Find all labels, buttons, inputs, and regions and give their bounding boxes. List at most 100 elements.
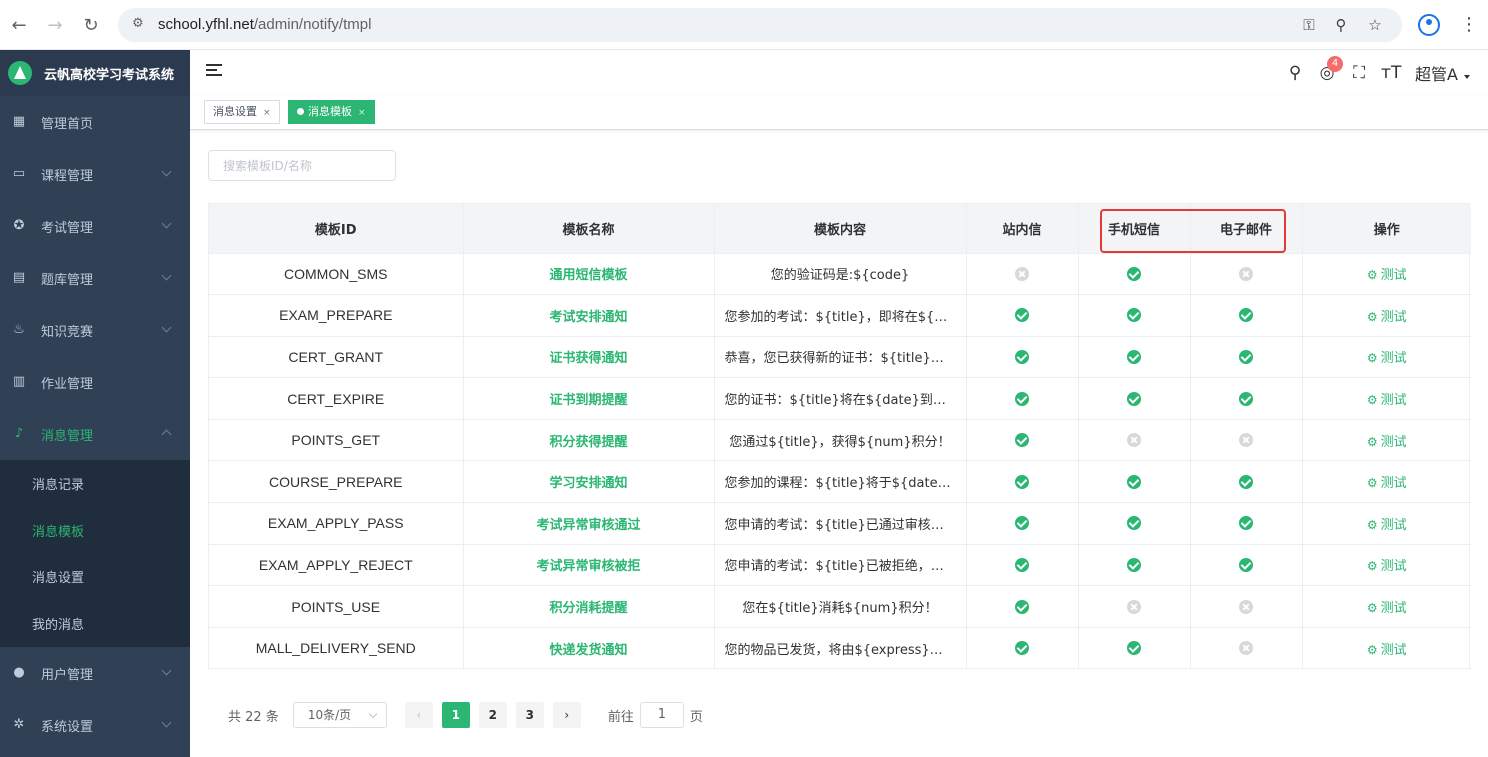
sidebar: 云帆高校学习考试系统 ▦ 管理首页 ▭ 课程管理 ✪ 考试管理 ▤ 题库管理 ♨…	[0, 50, 190, 757]
sms-cell	[1078, 502, 1191, 545]
sidebar-item-message-templates[interactable]: 消息模板	[0, 507, 190, 554]
check-circle-icon	[1015, 308, 1029, 323]
check-circle-icon	[1127, 391, 1141, 406]
next-page-button[interactable]: ›	[552, 702, 581, 728]
check-circle-icon	[1239, 474, 1253, 489]
search-input[interactable]	[208, 150, 396, 181]
tab-message-templates[interactable]: 消息模板 ×	[288, 100, 375, 124]
test-button[interactable]: ⚙ 测试	[1367, 559, 1407, 574]
action-cell: ⚙ 测试	[1302, 253, 1471, 296]
template-id: MALL_DELIVERY_SEND	[209, 627, 464, 670]
sms-cell	[1078, 294, 1191, 337]
template-content: 您通过${title}，获得${num}积分！	[714, 419, 967, 462]
chevron-down-icon	[161, 322, 172, 333]
browser-menu-icon[interactable]: ⋮	[1460, 14, 1478, 35]
user-name[interactable]: 超管A	[1415, 61, 1458, 85]
site-cell	[966, 336, 1079, 379]
hamburger-icon[interactable]	[206, 64, 222, 80]
font-size-icon[interactable]: ᴛT	[1381, 63, 1401, 83]
site-cell	[966, 502, 1079, 545]
search-icon[interactable]: ⚲	[1285, 63, 1305, 83]
page-size-select[interactable]: 10条/页	[292, 702, 387, 728]
email-cell	[1190, 627, 1303, 670]
close-circle-icon	[1127, 599, 1141, 614]
test-button[interactable]: ⚙ 测试	[1367, 351, 1407, 366]
site-cell	[966, 544, 1079, 587]
bookmark-star-icon[interactable]: ☆	[1366, 16, 1384, 34]
brand[interactable]: 云帆高校学习考试系统	[0, 50, 190, 96]
close-icon[interactable]: ×	[263, 108, 271, 118]
template-name[interactable]: 考试异常审核通过	[463, 502, 715, 545]
template-name[interactable]: 考试异常审核被拒	[463, 544, 715, 587]
key-icon[interactable]: ⚿	[1300, 16, 1318, 34]
gear-icon: ⚙	[1366, 393, 1378, 408]
test-button[interactable]: ⚙ 测试	[1367, 601, 1407, 616]
test-button[interactable]: ⚙ 测试	[1367, 393, 1407, 408]
message-icon[interactable]: ◎ 4	[1317, 56, 1344, 83]
check-circle-icon	[1239, 516, 1253, 531]
sidebar-item-contest[interactable]: ♨ 知识竞赛	[0, 304, 190, 356]
sidebar-item-message-records[interactable]: 消息记录	[0, 460, 190, 507]
test-button[interactable]: ⚙ 测试	[1367, 476, 1407, 491]
check-circle-icon	[1127, 557, 1141, 572]
check-circle-icon	[1127, 641, 1141, 656]
check-circle-icon	[1015, 599, 1029, 614]
tab-label: 消息模板	[308, 105, 352, 118]
template-name[interactable]: 快递发货通知	[463, 627, 715, 670]
page-button-2[interactable]: 2	[478, 702, 507, 728]
sidebar-item-message-settings[interactable]: 消息设置	[0, 554, 190, 601]
close-icon[interactable]: ×	[358, 108, 366, 118]
test-button[interactable]: ⚙ 测试	[1367, 643, 1407, 658]
email-cell	[1190, 460, 1303, 504]
chevron-down-icon	[161, 218, 172, 229]
tab-message-settings[interactable]: 消息设置 ×	[204, 100, 280, 124]
sidebar-item-dashboard[interactable]: ▦ 管理首页	[0, 96, 190, 148]
template-name[interactable]: 考试安排通知	[463, 294, 715, 337]
fire-icon: ♨	[13, 322, 25, 337]
site-cell	[966, 419, 1079, 462]
table-row: EXAM_APPLY_REJECT 考试异常审核被拒 您申请的考试：${title}…	[209, 544, 1471, 587]
address-bar[interactable]: ⚙ school.yfhl.net/admin/notify/tmpl ⚿ ⚲ …	[118, 8, 1402, 42]
test-button-label: 测试	[1380, 309, 1407, 325]
test-button[interactable]: ⚙ 测试	[1367, 518, 1407, 533]
site-settings-icon[interactable]: ⚙	[132, 16, 150, 34]
goto-page-input[interactable]: 1	[639, 702, 684, 728]
sidebar-item-users[interactable]: ● 用户管理	[0, 647, 190, 699]
chevron-down-icon	[161, 717, 172, 728]
back-arrow-icon[interactable]: ←	[8, 14, 30, 36]
url-path: /admin/notify/tmpl	[253, 16, 372, 33]
email-cell	[1190, 419, 1303, 462]
sidebar-item-label: 管理首页	[41, 116, 94, 132]
template-name[interactable]: 证书到期提醒	[463, 377, 715, 420]
template-name[interactable]: 通用短信模板	[463, 253, 715, 296]
site-cell	[966, 585, 1079, 628]
zoom-icon[interactable]: ⚲	[1332, 16, 1350, 34]
profile-icon[interactable]	[1418, 14, 1440, 36]
caret-down-icon[interactable]	[1464, 75, 1470, 79]
test-button-label: 测试	[1380, 559, 1407, 575]
template-name[interactable]: 学习安排通知	[463, 460, 715, 504]
template-name[interactable]: 积分消耗提醒	[463, 585, 715, 628]
fullscreen-icon[interactable]: ⛶	[1349, 63, 1369, 83]
sidebar-item-my-messages[interactable]: 我的消息	[0, 600, 190, 647]
sidebar-item-exam[interactable]: ✪ 考试管理	[0, 200, 190, 252]
page-button-3[interactable]: 3	[515, 702, 544, 728]
site-cell	[966, 377, 1079, 420]
test-button[interactable]: ⚙ 测试	[1367, 268, 1407, 283]
tab-label: 消息设置	[213, 105, 257, 118]
template-name[interactable]: 证书获得通知	[463, 336, 715, 379]
reload-icon[interactable]: ↻	[80, 14, 102, 36]
sidebar-item-course[interactable]: ▭ 课程管理	[0, 148, 190, 200]
chevron-down-icon	[161, 166, 172, 177]
sidebar-item-system[interactable]: ✲ 系统设置	[0, 699, 190, 751]
sidebar-item-message[interactable]: ♪ 消息管理	[0, 408, 190, 460]
sidebar-item-question-bank[interactable]: ▤ 题库管理	[0, 252, 190, 304]
test-button[interactable]: ⚙ 测试	[1367, 310, 1407, 325]
template-content: 恭喜，您已获得新的证书：${title}，请登录系统查看！	[714, 336, 967, 379]
test-button[interactable]: ⚙ 测试	[1367, 435, 1407, 450]
page-button-1[interactable]: 1	[441, 702, 470, 728]
sidebar-item-homework[interactable]: ▥ 作业管理	[0, 356, 190, 408]
forward-arrow-icon[interactable]: →	[44, 14, 66, 36]
template-name[interactable]: 积分获得提醒	[463, 419, 715, 462]
prev-page-button[interactable]: ‹	[404, 702, 433, 728]
